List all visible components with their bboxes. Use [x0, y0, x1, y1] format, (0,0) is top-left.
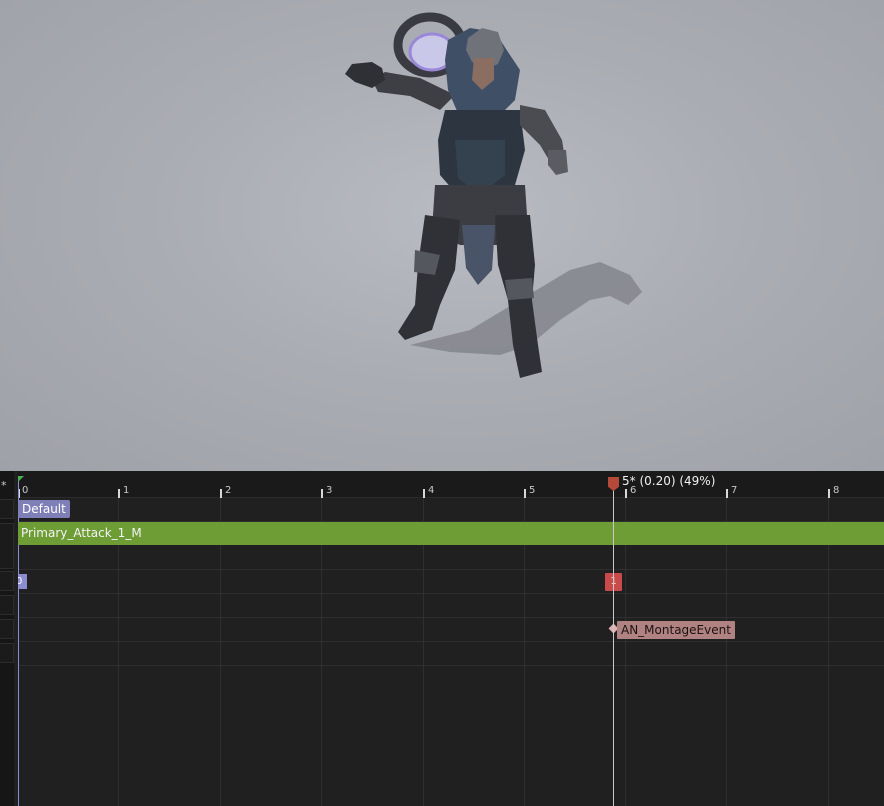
scrubber-label: 5* (0.20) (49%) — [622, 474, 716, 488]
notify-row[interactable] — [18, 618, 884, 642]
slot-stub[interactable]: 0 — [18, 574, 27, 589]
section-row[interactable] — [18, 498, 884, 522]
track-gutter: * — [0, 471, 14, 806]
gutter-cell[interactable] — [0, 499, 14, 519]
ruler-tick — [726, 489, 728, 498]
ruler-tick — [828, 489, 830, 498]
empty-row[interactable] — [18, 642, 884, 666]
montage-segment[interactable]: Primary_Attack_1_M — [18, 522, 884, 545]
green-flag-icon[interactable] — [18, 476, 24, 482]
gutter-cell[interactable] — [0, 595, 14, 615]
character-preview — [345, 12, 642, 378]
track-area[interactable]: 0 1 2 3 4 5 6 7 8 Default Primary_Attack… — [18, 471, 884, 806]
gutter-cell[interactable] — [0, 571, 14, 591]
marker-row[interactable] — [18, 570, 884, 594]
character-left-leg — [398, 215, 460, 340]
ruler-tick-label: 4 — [428, 485, 435, 496]
ruler-tick — [625, 489, 627, 498]
ruler-tick — [524, 489, 526, 498]
notify-event[interactable]: AN_MontageEvent — [617, 621, 735, 639]
empty-row[interactable] — [18, 546, 884, 570]
empty-row[interactable] — [18, 594, 884, 618]
gutter-cell[interactable] — [0, 643, 14, 663]
character-right-hand — [548, 150, 568, 175]
ruler-tick-label: 0 — [22, 485, 29, 496]
section-default[interactable]: Default — [18, 500, 70, 518]
ruler-tick — [118, 489, 120, 498]
ruler-tick-label: 5 — [529, 485, 536, 496]
character-loin-cloth — [462, 225, 495, 285]
ruler-tick — [321, 489, 323, 498]
montage-timeline[interactable]: * 0 1 2 3 4 5 6 7 8 Default Primary_Atta… — [0, 471, 884, 806]
ruler-tick-label: 1 — [123, 485, 130, 496]
gutter-symbol: * — [1, 479, 7, 492]
gutter-cell[interactable] — [0, 523, 14, 569]
character-left-arm — [372, 72, 455, 110]
ruler-tick — [423, 489, 425, 498]
ruler-tick-label: 2 — [225, 485, 232, 496]
ruler-tick-label: 8 — [833, 485, 840, 496]
ruler-tick-label: 3 — [326, 485, 333, 496]
time-ruler[interactable]: 0 1 2 3 4 5 6 7 8 — [18, 471, 884, 498]
ruler-tick — [220, 489, 222, 498]
viewport[interactable] — [0, 0, 884, 471]
ruler-tick-label: 7 — [731, 485, 738, 496]
scrubber-line — [613, 487, 614, 806]
gutter-cell[interactable] — [0, 619, 14, 639]
